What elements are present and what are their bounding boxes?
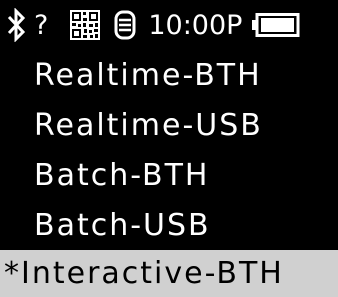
menu-item-realtime-usb[interactable]: Realtime-USB: [0, 100, 338, 150]
menu-item-interactive-bth[interactable]: *Interactive-BTH: [0, 250, 338, 297]
menu-item-batch-usb[interactable]: Batch-USB: [0, 200, 338, 250]
qr-code-icon: [70, 10, 101, 40]
bluetooth-icon: [6, 8, 28, 42]
status-bar: ? 10:00P: [0, 0, 338, 50]
menu-item-batch-bth[interactable]: Batch-BTH: [0, 150, 338, 200]
mode-menu: Realtime-BTH Realtime-USB Batch-BTH Batc…: [0, 50, 338, 297]
unknown-indicator: ?: [34, 9, 49, 41]
menu-item-label: Batch-BTH: [34, 157, 210, 193]
device-screen: ? 10:00P Realtime-BTH Realtime-USB Batch…: [0, 0, 338, 297]
menu-item-label: Batch-USB: [34, 207, 211, 243]
battery-icon: [252, 13, 300, 37]
menu-item-label: Realtime-BTH: [34, 57, 262, 93]
menu-item-realtime-bth[interactable]: Realtime-BTH: [0, 50, 338, 100]
menu-item-label: *Interactive-BTH: [4, 256, 284, 291]
menu-item-label: Realtime-USB: [34, 107, 263, 143]
sensor-device-icon: [114, 10, 136, 40]
clock-time: 10:00P: [148, 9, 243, 41]
